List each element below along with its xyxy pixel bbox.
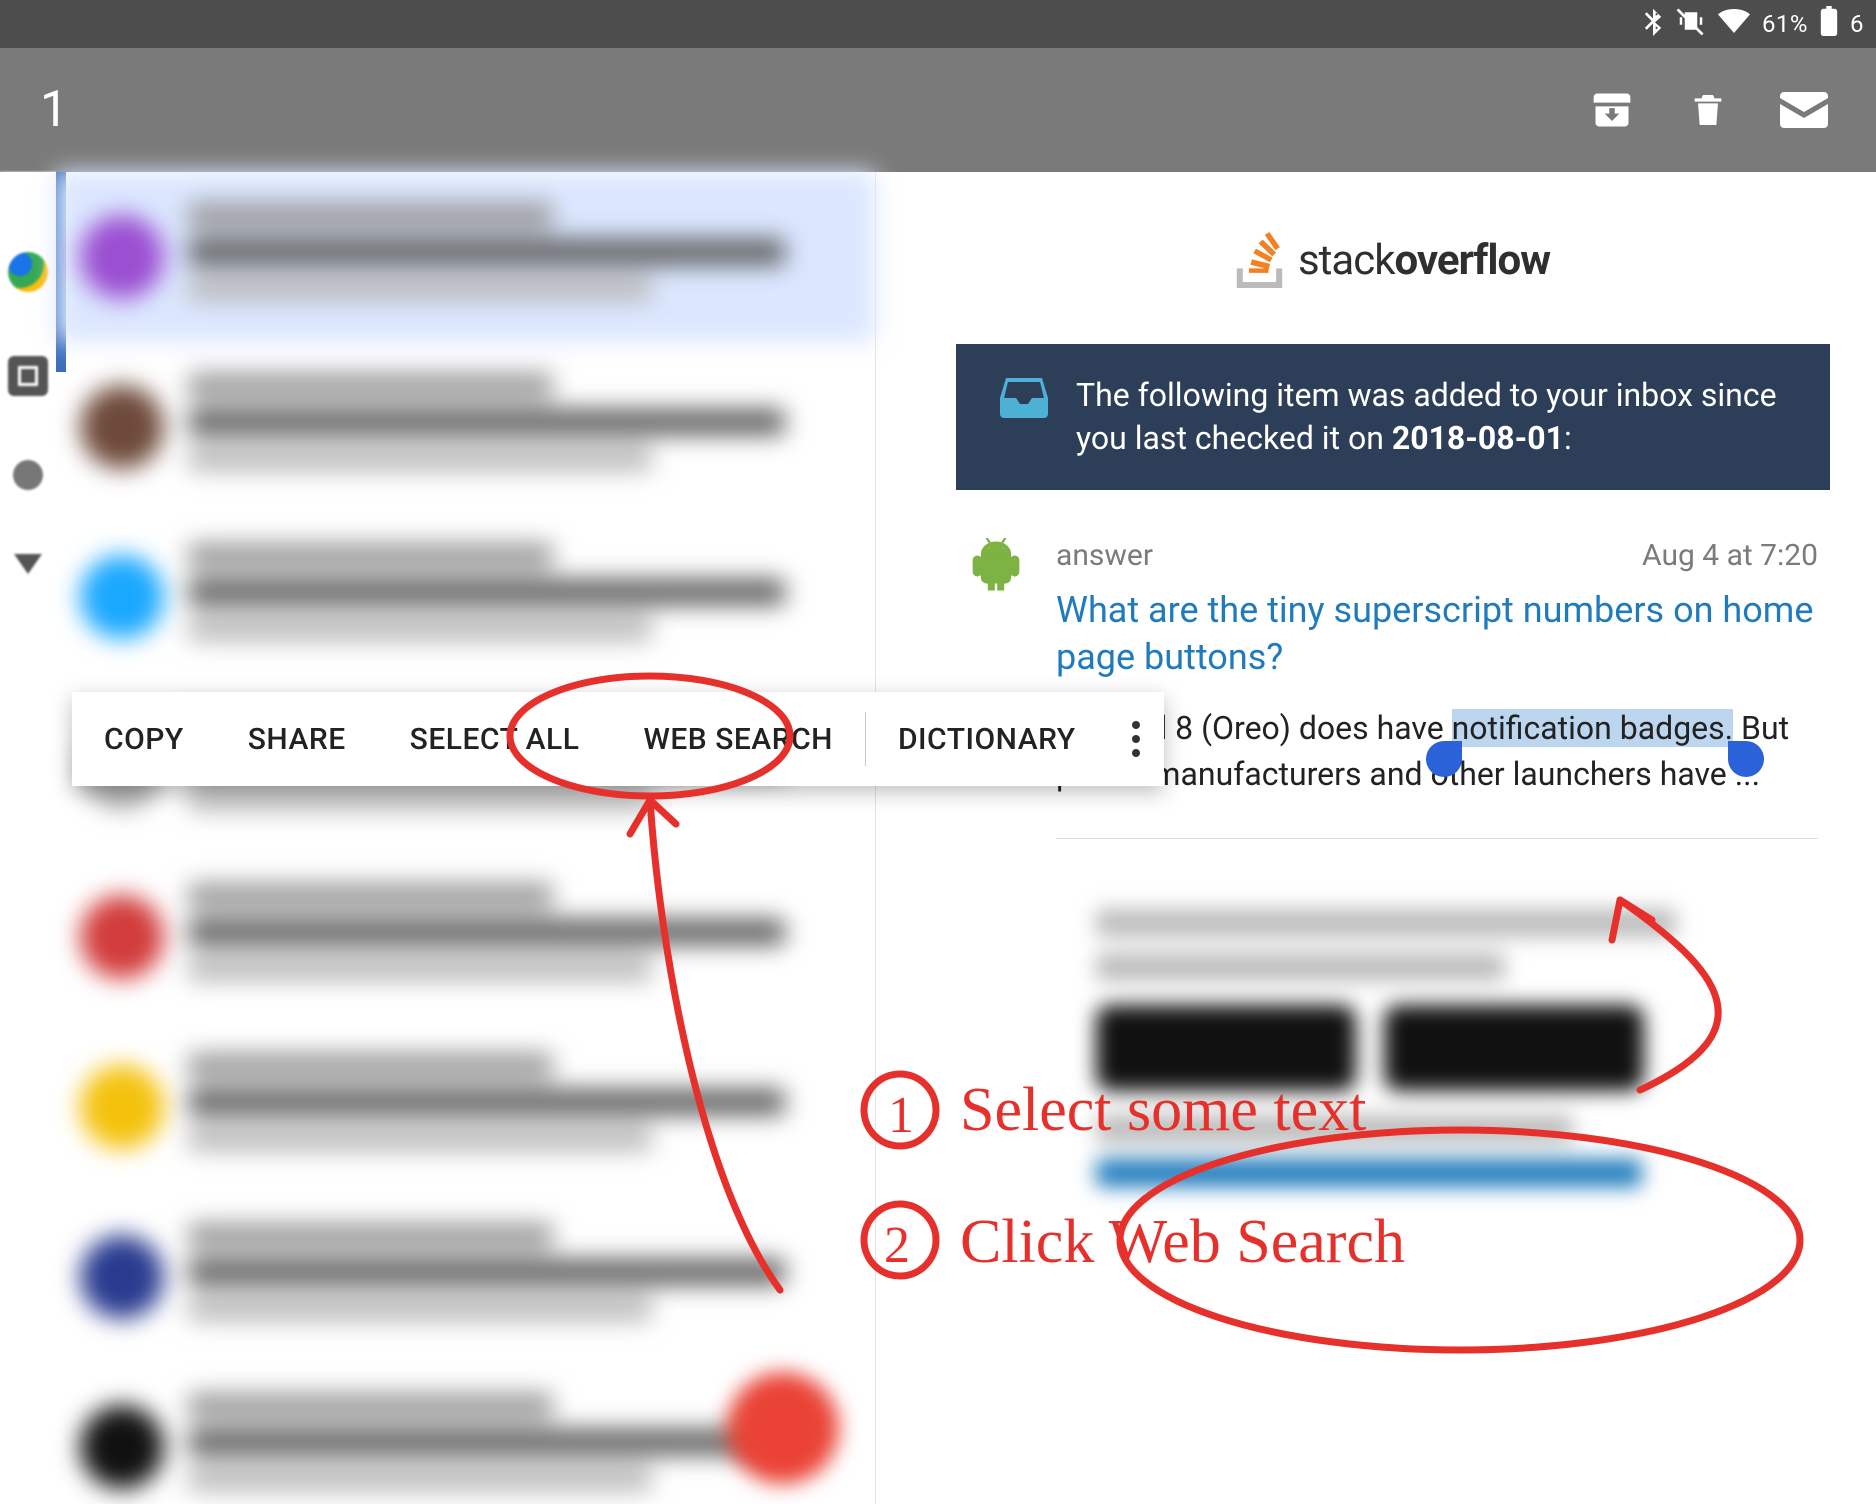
share-menu-item[interactable]: SHARE <box>216 692 378 786</box>
bluetooth-icon <box>1642 6 1664 42</box>
select-all-menu-item[interactable]: SELECT ALL <box>378 692 612 786</box>
dictionary-menu-item[interactable]: DICTIONARY <box>866 692 1108 786</box>
list-item[interactable] <box>56 852 875 1022</box>
divider <box>1056 838 1818 839</box>
app-store-badge[interactable] <box>1096 1005 1356 1091</box>
banner-date: 2018-08-01 <box>1392 419 1564 457</box>
android-status-bar: 61% 6 <box>0 0 1876 48</box>
selection-count: 1 <box>40 81 1548 139</box>
list-item[interactable] <box>56 172 875 342</box>
promo-link[interactable] <box>1096 1159 1642 1187</box>
promo-area <box>1056 909 1818 1187</box>
archive-button[interactable] <box>1580 78 1644 142</box>
brand-overflow: overflow <box>1395 236 1551 285</box>
list-item[interactable] <box>56 1192 875 1362</box>
wifi-icon <box>1718 8 1750 40</box>
message-content[interactable]: stackoverflow The following item was add… <box>876 172 1876 1504</box>
delete-button[interactable] <box>1676 78 1740 142</box>
left-rail <box>0 172 56 1504</box>
text-selection-menu: COPY SHARE SELECT ALL WEB SEARCH DICTION… <box>72 692 1164 786</box>
android-icon <box>968 538 1028 1186</box>
overflow-menu-button[interactable] <box>1108 721 1164 757</box>
answer-timestamp: Aug 4 at 7:20 <box>1642 538 1818 573</box>
stackoverflow-logo: stackoverflow <box>956 232 1830 288</box>
battery-icon <box>1820 6 1838 42</box>
web-search-menu-item[interactable]: WEB SEARCH <box>611 692 865 786</box>
selection-action-bar: 1 <box>0 48 1876 172</box>
battery-percent: 61% <box>1762 10 1808 38</box>
copy-menu-item[interactable]: COPY <box>72 692 216 786</box>
answer-body[interactable]: Android 8 (Oreo) does have notification … <box>1056 705 1818 798</box>
mark-read-button[interactable] <box>1772 78 1836 142</box>
inbox-banner: The following item was added to your inb… <box>956 344 1830 490</box>
list-item[interactable] <box>56 512 875 682</box>
selected-text[interactable]: notification badges. <box>1452 709 1733 747</box>
brand-stack: stack <box>1298 236 1395 285</box>
compose-fab[interactable] <box>727 1372 839 1484</box>
email-list[interactable] <box>56 172 876 1504</box>
list-item[interactable] <box>56 1022 875 1192</box>
selection-handle-end[interactable] <box>1728 741 1764 777</box>
banner-post: : <box>1564 419 1572 457</box>
rail-icon[interactable] <box>8 356 48 396</box>
clock-fragment: 6 <box>1850 10 1864 38</box>
answer-label: answer <box>1056 538 1153 573</box>
selection-handle-start[interactable] <box>1426 741 1462 777</box>
play-store-badge[interactable] <box>1384 1005 1644 1091</box>
rail-icon[interactable] <box>8 252 48 292</box>
inbox-icon <box>1000 378 1048 418</box>
rail-icon[interactable] <box>13 460 43 490</box>
vibrate-mute-icon <box>1676 6 1706 42</box>
rail-icon[interactable] <box>14 554 42 574</box>
list-item[interactable] <box>56 342 875 512</box>
answer-title-link[interactable]: What are the tiny superscript numbers on… <box>1056 587 1818 681</box>
